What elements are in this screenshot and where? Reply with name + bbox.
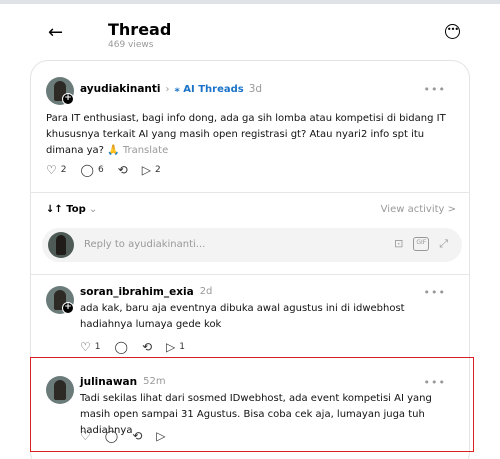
post-more-icon[interactable]: •••	[424, 83, 446, 96]
like-count: 2	[60, 165, 67, 175]
expand-icon[interactable]: ⤢	[439, 237, 448, 251]
thread-header: ← Thread 469 views •••	[30, 16, 470, 56]
comment-button[interactable]: ◯ 6	[81, 164, 104, 176]
post-text: Para IT enthusiast, bagi info dong, ada …	[46, 111, 456, 159]
sort-label: Top	[66, 204, 86, 215]
image-icon[interactable]: ⊡	[394, 237, 403, 251]
reply-input[interactable]: Reply to ayudiakinanti... ⊡ GIF ⤢	[42, 228, 462, 262]
repost-button[interactable]: ⟲	[118, 164, 128, 176]
send-icon: ▷	[141, 163, 151, 177]
send-icon: ▷	[166, 340, 176, 354]
more-circle-icon[interactable]: •••	[445, 24, 460, 39]
like-count: 1	[94, 342, 101, 352]
comment-button[interactable]: ◯	[115, 341, 128, 353]
sort-row: ↓↑ Top ⌄ View activity >	[46, 204, 456, 215]
comment-text: ada kak, baru aja eventnya dibuka awal a…	[80, 303, 405, 330]
follow-plus-icon[interactable]: +	[62, 93, 74, 105]
sort-dropdown[interactable]: ↓↑ Top ⌄	[46, 204, 97, 215]
reply-placeholder: Reply to ayudiakinanti...	[84, 239, 206, 250]
heart-icon: ♡	[46, 163, 57, 177]
like-button[interactable]: ♡ 2	[46, 164, 67, 176]
page-title: Thread	[108, 20, 172, 39]
post-actions: ♡ 2 ◯ 6 ⟲ ▷ 2	[46, 164, 161, 176]
comment-more-icon[interactable]: •••	[424, 286, 446, 299]
share-count: 2	[154, 165, 161, 175]
comment-count: 6	[97, 165, 104, 175]
comment-username[interactable]: soran_ibrahim_exia	[80, 286, 194, 298]
post-username[interactable]: ayudiakinanti	[80, 83, 161, 95]
heart-icon: ♡	[80, 340, 91, 354]
view-activity-link[interactable]: View activity >	[381, 204, 456, 215]
divider	[30, 192, 470, 193]
comment-actions: ♡ 1 ◯ ⟲ ▷ 1	[80, 341, 185, 353]
repost-icon: ⟲	[141, 340, 152, 354]
post-body: Para IT enthusiast, bagi info dong, ada …	[46, 113, 446, 156]
sort-icon: ↓↑	[46, 204, 67, 215]
repost-icon: ⟲	[117, 163, 128, 177]
comment-time: 2d	[199, 286, 213, 297]
chevron-down-icon: ⌄	[85, 204, 98, 215]
topic-tag[interactable]: ⁎ AI Threads	[175, 84, 244, 95]
gif-icon[interactable]: GIF	[413, 237, 430, 251]
back-arrow-icon[interactable]: ←	[48, 24, 68, 42]
reply-tools: ⊡ GIF ⤢	[394, 237, 448, 251]
translate-link[interactable]: Translate	[123, 145, 168, 156]
chevron-right-icon: ›	[165, 83, 170, 95]
repost-button[interactable]: ⟲	[142, 341, 152, 353]
comment-meta: soran_ibrahim_exia 2d	[80, 286, 212, 298]
post-time: 3d	[248, 83, 263, 95]
avatar	[48, 232, 74, 258]
share-button[interactable]: ▷ 1	[166, 341, 185, 353]
topic-tag-label: AI Threads	[183, 83, 244, 95]
browser-toolbar-strip	[0, 0, 500, 4]
like-button[interactable]: ♡ 1	[80, 341, 101, 353]
follow-plus-icon[interactable]: +	[62, 302, 74, 314]
threads-tag-icon: ⁎	[174, 83, 184, 95]
share-count: 1	[179, 342, 185, 352]
comment-icon: ◯	[80, 163, 94, 177]
view-count: 469 views	[108, 40, 154, 50]
highlight-box	[30, 357, 474, 452]
share-button[interactable]: ▷ 2	[142, 164, 161, 176]
divider	[30, 274, 470, 275]
post-meta: ayudiakinanti › ⁎ AI Threads 3d	[80, 83, 262, 95]
comment-icon: ◯	[114, 340, 128, 354]
